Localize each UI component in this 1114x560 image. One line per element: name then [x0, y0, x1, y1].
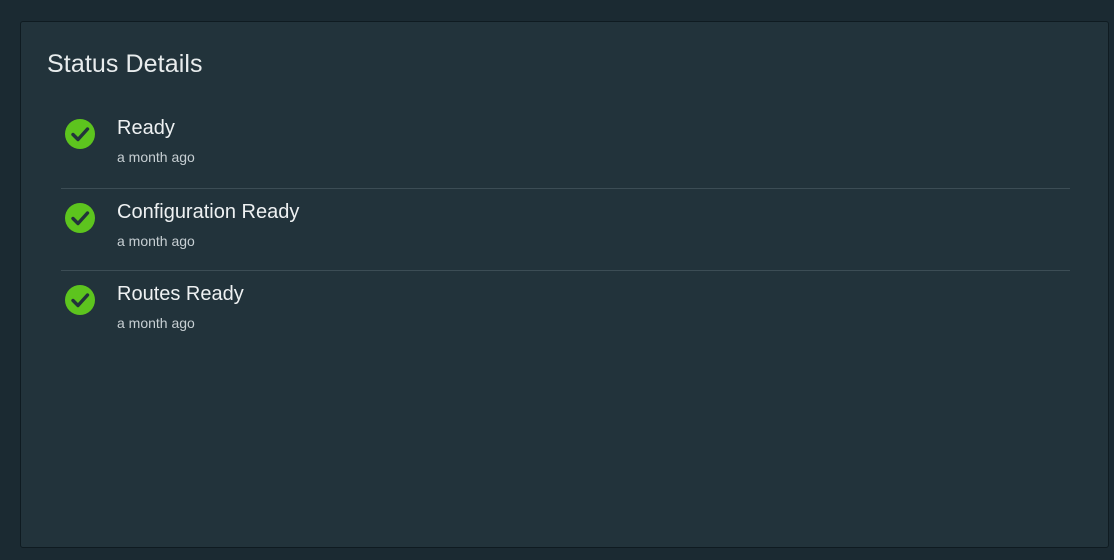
- status-timestamp: a month ago: [117, 315, 195, 331]
- check-circle-icon: [65, 285, 95, 315]
- status-item-routes-ready: Routes Ready a month ago: [61, 270, 1070, 352]
- status-list: Ready a month ago Configuration Ready a …: [61, 106, 1070, 352]
- check-circle-icon: [65, 203, 95, 233]
- status-label: Ready: [117, 117, 175, 139]
- status-details-card: Status Details Ready a month ago Configu…: [20, 21, 1109, 548]
- status-label: Configuration Ready: [117, 201, 300, 223]
- status-item-ready: Ready a month ago: [61, 106, 1070, 188]
- card-title: Status Details: [47, 50, 203, 78]
- status-timestamp: a month ago: [117, 233, 195, 249]
- status-item-configuration-ready: Configuration Ready a month ago: [61, 188, 1070, 270]
- status-timestamp: a month ago: [117, 149, 195, 165]
- status-label: Routes Ready: [117, 283, 244, 305]
- check-circle-icon: [65, 119, 95, 149]
- page-frame: Status Details Ready a month ago Configu…: [0, 0, 1114, 560]
